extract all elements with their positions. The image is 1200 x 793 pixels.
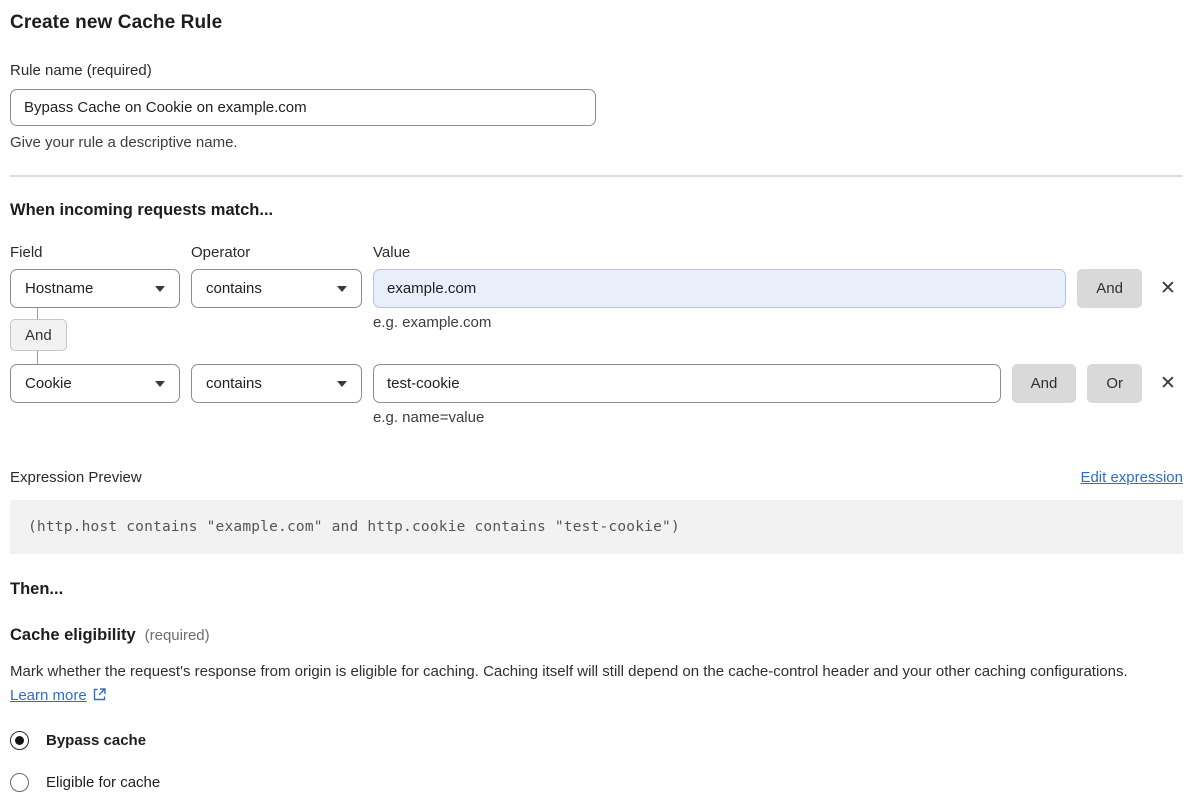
value-input[interactable]	[373, 269, 1067, 308]
operator-select-value: contains	[206, 375, 262, 392]
chevron-down-icon	[337, 380, 347, 387]
close-icon[interactable]: ✕	[1153, 364, 1183, 403]
connector-and-button[interactable]: And	[10, 319, 67, 351]
condition-row: Hostname contains And ✕	[10, 269, 1183, 308]
field-column-label: Field	[10, 244, 43, 261]
and-button[interactable]: And	[1011, 364, 1077, 403]
chevron-down-icon	[155, 285, 165, 292]
learn-more-link[interactable]: Learn more	[10, 687, 87, 704]
value-input[interactable]	[373, 364, 1001, 403]
and-button[interactable]: And	[1077, 269, 1142, 308]
close-icon[interactable]: ✕	[1153, 269, 1183, 308]
rule-name-label: Rule name (required)	[10, 62, 152, 79]
edit-expression-link[interactable]: Edit expression	[1080, 469, 1183, 486]
value-hint: e.g. name=value	[373, 409, 485, 426]
expression-preview-label: Expression Preview	[10, 469, 142, 486]
condition-row: Cookie contains And Or ✕	[10, 364, 1183, 403]
condition-column-headers: Field Operator Value	[10, 244, 1183, 261]
radio-label: Eligible for cache	[46, 774, 161, 791]
expression-code: (http.host contains "example.com" and ht…	[10, 500, 1183, 554]
field-select-value: Cookie	[25, 375, 72, 392]
external-link-icon	[93, 688, 106, 701]
create-cache-rule-form: Create new Cache Rule Rule name (require…	[0, 0, 1200, 792]
connector-stack: And	[10, 308, 373, 364]
value-hint: e.g. example.com	[373, 314, 492, 331]
operator-select[interactable]: contains	[191, 364, 362, 403]
field-select[interactable]: Hostname	[10, 269, 180, 308]
rule-name-input[interactable]	[10, 89, 596, 126]
or-button[interactable]: Or	[1087, 364, 1142, 403]
field-select-value: Hostname	[25, 280, 94, 297]
radio-selected-icon[interactable]	[10, 731, 29, 750]
match-heading: When incoming requests match...	[10, 201, 274, 219]
cache-eligibility-description: Mark whether the request's response from…	[10, 660, 1170, 708]
description-text: Mark whether the request's response from…	[10, 663, 1128, 680]
radio-unselected-icon[interactable]	[10, 773, 29, 792]
operator-column-label: Operator	[191, 244, 251, 261]
radio-label: Bypass cache	[46, 732, 147, 749]
section-divider	[10, 175, 1183, 177]
row-1-footer: And e.g. example.com	[10, 308, 1183, 364]
expression-preview-header: Expression Preview Edit expression	[10, 469, 1183, 486]
chevron-down-icon	[155, 380, 165, 387]
field-select[interactable]: Cookie	[10, 364, 180, 403]
connector-zone: And	[10, 308, 373, 364]
required-note: (required)	[144, 627, 210, 644]
connector-line	[37, 308, 38, 319]
cache-eligibility-heading: Cache eligibility	[10, 626, 136, 644]
operator-select[interactable]: contains	[191, 269, 362, 308]
connector-line	[37, 351, 38, 364]
value-column-label: Value	[373, 244, 411, 261]
then-heading: Then...	[10, 580, 64, 598]
page-title: Create new Cache Rule	[10, 12, 223, 33]
operator-select-value: contains	[206, 280, 262, 297]
radio-option-eligible-for-cache[interactable]: Eligible for cache	[10, 773, 1183, 792]
chevron-down-icon	[337, 285, 347, 292]
cache-eligibility-heading-row: Cache eligibility (required)	[10, 626, 1183, 645]
rule-name-helper: Give your rule a descriptive name.	[10, 134, 238, 151]
radio-option-bypass-cache[interactable]: Bypass cache	[10, 731, 1183, 750]
